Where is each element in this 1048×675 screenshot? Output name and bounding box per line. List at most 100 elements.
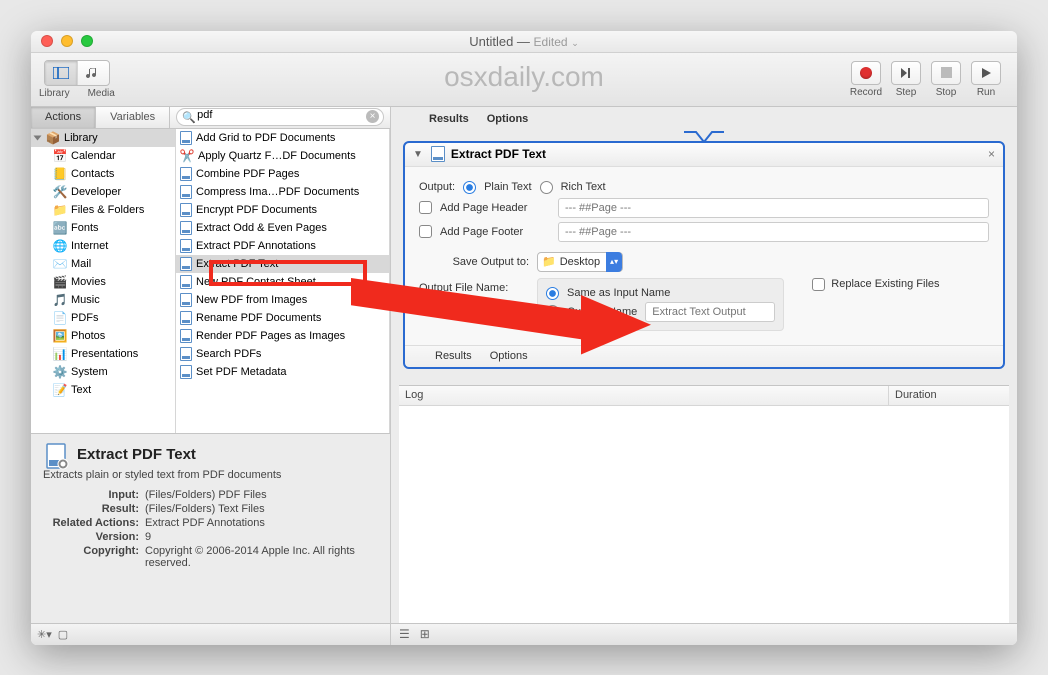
category-item[interactable]: 📊Presentations	[31, 345, 175, 363]
action-label: Rename PDF Documents	[196, 312, 321, 324]
search-field[interactable]: 🔍 pdf ×	[176, 108, 384, 126]
category-label: Files & Folders	[71, 204, 144, 216]
custom-name-input[interactable]	[645, 302, 775, 322]
action-item[interactable]: Extract Odd & Even Pages	[176, 219, 389, 237]
category-item[interactable]: 🌐Internet	[31, 237, 175, 255]
category-label: Text	[71, 384, 91, 396]
category-item[interactable]: 📅 Calendar	[31, 147, 175, 165]
category-label: Movies	[71, 276, 106, 288]
tab-actions[interactable]: Actions	[31, 107, 96, 128]
action-options-tab[interactable]: Options	[490, 350, 528, 362]
category-item[interactable]: 🎬 Movies	[31, 273, 175, 291]
record-button[interactable]	[851, 61, 881, 85]
category-label: PDFs	[71, 312, 99, 324]
library-media-group: Library Media	[39, 60, 115, 99]
action-results-tab[interactable]: Results	[435, 350, 472, 362]
disclosure-triangle-icon[interactable]	[34, 135, 42, 140]
title-menu-chevron-icon[interactable]: ⌄	[571, 38, 579, 48]
pdf-action-icon	[180, 347, 192, 361]
library-toggle[interactable]	[45, 61, 77, 85]
actions-list[interactable]: Add Grid to PDF Documents ✂️Apply Quartz…	[176, 129, 390, 433]
stop-button[interactable]	[931, 61, 961, 85]
category-label: Library	[64, 132, 98, 144]
toolbar: Library Media Record Step Stop Run	[31, 53, 1017, 107]
category-item[interactable]: 🔤Fonts	[31, 219, 175, 237]
pdf-action-icon	[180, 329, 192, 343]
action-item[interactable]: Render PDF Pages as Images	[176, 327, 389, 345]
action-header[interactable]: ▼ Extract PDF Text ×	[405, 143, 1003, 167]
category-label: Calendar	[71, 150, 116, 162]
radio-custom-name[interactable]	[546, 305, 559, 318]
action-item-selected[interactable]: Extract PDF Text	[176, 255, 389, 273]
action-item[interactable]: Combine PDF Pages	[176, 165, 389, 183]
action-item[interactable]: Compress Ima…PDF Documents	[176, 183, 389, 201]
footer-text-input[interactable]	[558, 222, 989, 242]
output-format-row: Output: Plain Text Rich Text	[419, 181, 989, 194]
workflow-action-extract-pdf-text[interactable]: ▼ Extract PDF Text × Output: Plain Text …	[403, 141, 1005, 369]
log-column[interactable]: Log	[399, 386, 889, 405]
category-item[interactable]: 🎵Music	[31, 291, 175, 309]
action-info: Extract PDF Text Extracts plain or style…	[31, 433, 390, 623]
step-button[interactable]	[891, 61, 921, 85]
minimize-window-button[interactable]	[61, 35, 73, 47]
view-mode-list-icon[interactable]: ☰	[399, 627, 410, 641]
checkbox-add-footer[interactable]	[419, 225, 432, 238]
info-input: Input:(Files/Folders) PDF Files	[43, 489, 378, 501]
workflow-canvas[interactable]: Results Options ▼ Extract PDF Text ×	[391, 107, 1017, 377]
category-item[interactable]: ⚙️System	[31, 363, 175, 381]
action-item[interactable]: Set PDF Metadata	[176, 363, 389, 381]
pdf-action-icon	[180, 167, 192, 181]
category-item[interactable]: 📒Contacts	[31, 165, 175, 183]
category-list[interactable]: 📦Library 📅 Calendar 📒Contacts 🛠️Developer…	[31, 129, 176, 433]
step-label: Step	[896, 87, 917, 98]
library-columns: 📦Library 📅 Calendar 📒Contacts 🛠️Developer…	[31, 129, 390, 433]
close-window-button[interactable]	[41, 35, 53, 47]
media-toggle[interactable]	[77, 61, 109, 85]
run-button[interactable]	[971, 61, 1001, 85]
category-label: Music	[71, 294, 100, 306]
toggle-info-button[interactable]: ▢	[58, 628, 68, 641]
window-controls	[41, 35, 93, 47]
header-text-input[interactable]	[558, 198, 989, 218]
category-item[interactable]: ✉️Mail	[31, 255, 175, 273]
radio-plain-text[interactable]	[463, 181, 476, 194]
log-body	[399, 406, 1009, 623]
results-tab[interactable]: Results	[429, 113, 469, 125]
calendar-icon: 📅	[53, 149, 67, 163]
category-label: Internet	[71, 240, 108, 252]
record-icon	[860, 67, 872, 79]
action-item[interactable]: Extract PDF Annotations	[176, 237, 389, 255]
category-item[interactable]: 🛠️Developer	[31, 183, 175, 201]
radio-rich-text[interactable]	[540, 181, 553, 194]
search-icon: 🔍	[182, 111, 196, 124]
category-item[interactable]: 📄PDFs	[31, 309, 175, 327]
category-item[interactable]: 📁Files & Folders	[31, 201, 175, 219]
stop-label: Stop	[936, 87, 957, 98]
action-item[interactable]: ✂️Apply Quartz F…DF Documents	[176, 147, 389, 165]
tab-variables[interactable]: Variables	[96, 107, 170, 128]
gear-menu-icon[interactable]: ✳︎▾	[37, 628, 52, 641]
category-item[interactable]: 🖼️Photos	[31, 327, 175, 345]
movies-icon: 🎬	[53, 275, 67, 289]
disclosure-triangle-icon[interactable]: ▼	[413, 149, 423, 160]
view-mode-grid-icon[interactable]: ⊞	[420, 627, 430, 641]
radio-same-name[interactable]	[546, 287, 559, 300]
options-tab[interactable]: Options	[487, 113, 529, 125]
action-item[interactable]: Rename PDF Documents	[176, 309, 389, 327]
action-item[interactable]: Search PDFs	[176, 345, 389, 363]
zoom-window-button[interactable]	[81, 35, 93, 47]
action-item[interactable]: New PDF Contact Sheet	[176, 273, 389, 291]
category-item[interactable]: 📝Text	[31, 381, 175, 399]
duration-column[interactable]: Duration	[889, 386, 1009, 405]
category-library[interactable]: 📦Library	[31, 129, 175, 147]
action-item[interactable]: Add Grid to PDF Documents	[176, 129, 389, 147]
save-location-dropdown[interactable]: 📁 Desktop ▴▾	[537, 252, 623, 272]
remove-action-button[interactable]: ×	[988, 147, 995, 161]
checkbox-replace-existing[interactable]	[812, 278, 825, 291]
pdf-action-icon	[180, 203, 192, 217]
clear-search-button[interactable]: ×	[366, 110, 379, 123]
action-title: Extract PDF Text	[451, 147, 546, 161]
checkbox-add-header[interactable]	[419, 201, 432, 214]
action-item[interactable]: New PDF from Images	[176, 291, 389, 309]
action-item[interactable]: Encrypt PDF Documents	[176, 201, 389, 219]
